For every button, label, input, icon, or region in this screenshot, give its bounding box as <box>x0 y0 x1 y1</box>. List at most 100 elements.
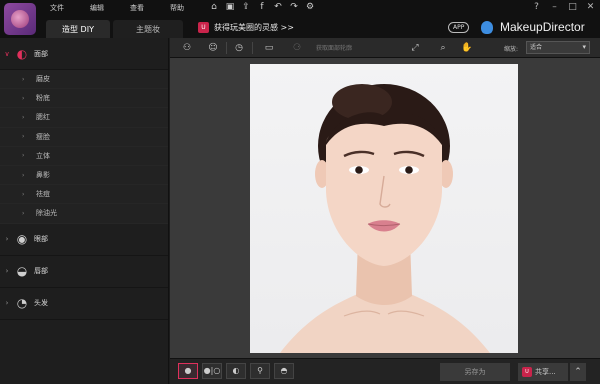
single-view-icon[interactable]: ● <box>178 363 198 379</box>
chevron-right-icon: › <box>22 113 25 121</box>
face-icon: ◐ <box>16 46 28 61</box>
feature-panel: ∨ ◐ 面部 › 磨皮 › 粉底 › 腮红 › 瘦脸 › 立体 › 鼻影 › 祛痘 › 除油光 … <box>0 38 169 384</box>
share-badge-icon: U <box>522 367 532 377</box>
subitem-shine-removal[interactable]: › 除油光 <box>0 204 168 224</box>
face-outline-icon[interactable]: ☺ <box>206 41 220 55</box>
category-label: 唇部 <box>34 267 48 275</box>
share-button[interactable]: U 共享... <box>518 363 568 381</box>
subitem-label: 鼻影 <box>36 171 50 180</box>
subitem-label: 腮红 <box>36 113 50 122</box>
portrait-photo <box>250 64 518 353</box>
subitem-label: 立体 <box>36 151 50 160</box>
fullscreen-icon[interactable]: ⤢ <box>408 41 422 55</box>
redo-icon[interactable]: ↷ <box>289 2 299 13</box>
menu-file[interactable]: 文件 <box>48 3 88 13</box>
settings-gear-icon[interactable]: ⚙ <box>305 2 315 13</box>
category-label: 眼部 <box>34 235 48 243</box>
canvas-toolbar: ⚇ ☺ ◷ ▭ ⚆ 获取面部轮廓 ⤢ ⌕ ✋ 缩放: 适合 ▾ <box>170 38 600 58</box>
subitem-nose-shadow[interactable]: › 鼻影 <box>0 165 168 186</box>
tab-diy[interactable]: 造型 DIY <box>46 20 110 38</box>
maximize-icon[interactable]: □ <box>567 1 578 13</box>
minimize-icon[interactable]: – <box>549 1 560 13</box>
home-icon[interactable]: ⌂ <box>209 2 219 13</box>
tabs-row: 造型 DIY 主题妆 U 获得玩美圈的灵感 >> APP MakeupDirec… <box>0 18 600 38</box>
history-icon[interactable]: ◷ <box>232 41 246 55</box>
chevron-right-icon: › <box>22 152 25 160</box>
split-compare-icon[interactable]: ◐ <box>226 363 246 379</box>
chevron-right-icon: › <box>22 94 25 102</box>
bottom-bar: ● ●|○ ◐ ⚲ ◓ 另存为 U 共享... ⌃ <box>170 358 600 384</box>
chevron-right-icon: › <box>22 190 25 198</box>
share-more-button[interactable]: ⌃ <box>570 363 586 381</box>
subitem-contour[interactable]: › 立体 <box>0 146 168 166</box>
category-label: 面部 <box>34 49 48 58</box>
chevron-right-icon: › <box>5 299 9 307</box>
subitem-label: 粉底 <box>36 94 50 103</box>
menu-edit[interactable]: 编辑 <box>88 3 128 13</box>
category-lips[interactable]: › ◒ 唇部 <box>0 256 168 288</box>
before-after-icon[interactable]: ●|○ <box>202 363 222 379</box>
chevron-right-icon: › <box>22 171 25 179</box>
undo-icon[interactable]: ↶ <box>273 2 283 13</box>
chevron-right-icon: › <box>5 235 9 243</box>
subitem-smooth-skin[interactable]: › 磨皮 <box>0 70 168 90</box>
subitem-foundation[interactable]: › 粉底 <box>0 89 168 109</box>
share-label: 共享... <box>535 368 556 376</box>
zoom-label: 缩放: <box>504 46 519 53</box>
toolbar-divider <box>252 42 253 54</box>
chevron-right-icon: › <box>22 133 25 141</box>
quick-toolbar: ⌂ ▣ ⇪ f ↶ ↷ ⚙ <box>209 2 315 13</box>
category-hair[interactable]: › ◔ 头发 <box>0 288 168 320</box>
subitem-slim-face[interactable]: › 瘦脸 <box>0 127 168 147</box>
lips-icon: ◒ <box>16 264 28 278</box>
chevron-down-icon: ▾ <box>582 43 586 51</box>
promo-text[interactable]: 获得玩美圈的灵感 >> <box>214 22 294 33</box>
compare-faces-icon[interactable]: ⚇ <box>180 41 194 55</box>
menu-help[interactable]: 帮助 <box>168 3 208 13</box>
tab-theme-makeup[interactable]: 主题妆 <box>113 20 183 38</box>
promo-badge-icon: U <box>198 22 209 33</box>
subitem-label: 磨皮 <box>36 75 50 84</box>
face-detect-icon[interactable]: ⚆ <box>290 41 304 55</box>
zoom-search-icon[interactable]: ⌕ <box>436 41 450 55</box>
auto-detect-label[interactable]: 获取面部轮廓 <box>316 43 352 52</box>
split-view-icon[interactable]: ▭ <box>262 41 276 55</box>
window-controls: ? – □ ✕ <box>531 1 596 13</box>
zoom-value: 适合 <box>530 44 543 51</box>
hand-pan-icon[interactable]: ✋ <box>460 41 474 55</box>
brand-drop-icon <box>481 21 493 34</box>
subitem-label: 祛痘 <box>36 190 50 199</box>
chevron-right-icon: › <box>22 209 25 217</box>
hair-icon: ◔ <box>16 296 28 310</box>
subitem-label: 除油光 <box>36 209 57 218</box>
category-face[interactable]: ∨ ◐ 面部 <box>0 38 168 70</box>
promo-link[interactable]: U 获得玩美圈的灵感 >> <box>198 22 294 33</box>
app-logo <box>4 3 36 35</box>
lipstick-logo-icon <box>11 10 29 28</box>
zoom-select[interactable]: 适合 ▾ <box>526 41 590 54</box>
menu-view[interactable]: 查看 <box>128 3 168 13</box>
eye-icon: ◉ <box>16 232 28 246</box>
facebook-icon[interactable]: f <box>257 2 267 13</box>
chevron-down-icon: ∨ <box>4 49 10 58</box>
help-icon[interactable]: ? <box>531 1 542 13</box>
portrait-illustration <box>280 84 490 353</box>
save-icon[interactable]: ▣ <box>225 2 235 13</box>
subitem-acne-removal[interactable]: › 祛痘 <box>0 185 168 205</box>
layer-compare-icon[interactable]: ◓ <box>274 363 294 379</box>
category-label: 头发 <box>34 299 48 307</box>
chevron-right-icon: › <box>5 267 9 275</box>
share-icon[interactable]: ⇪ <box>241 2 251 13</box>
subitem-label: 瘦脸 <box>36 132 50 141</box>
app-button[interactable]: APP <box>448 22 470 33</box>
close-icon[interactable]: ✕ <box>585 1 596 13</box>
category-eyes[interactable]: › ◉ 眼部 <box>0 224 168 256</box>
brand-title: MakeupDirector <box>500 20 585 34</box>
menu-bar: 文件 编辑 查看 帮助 <box>48 3 208 13</box>
save-as-button[interactable]: 另存为 <box>440 363 510 381</box>
photo-canvas[interactable] <box>170 58 600 358</box>
toolbar-divider <box>226 42 227 54</box>
chevron-right-icon: › <box>22 75 25 83</box>
subitem-blush[interactable]: › 腮红 <box>0 108 168 128</box>
person-stack-icon[interactable]: ⚲ <box>250 363 270 379</box>
